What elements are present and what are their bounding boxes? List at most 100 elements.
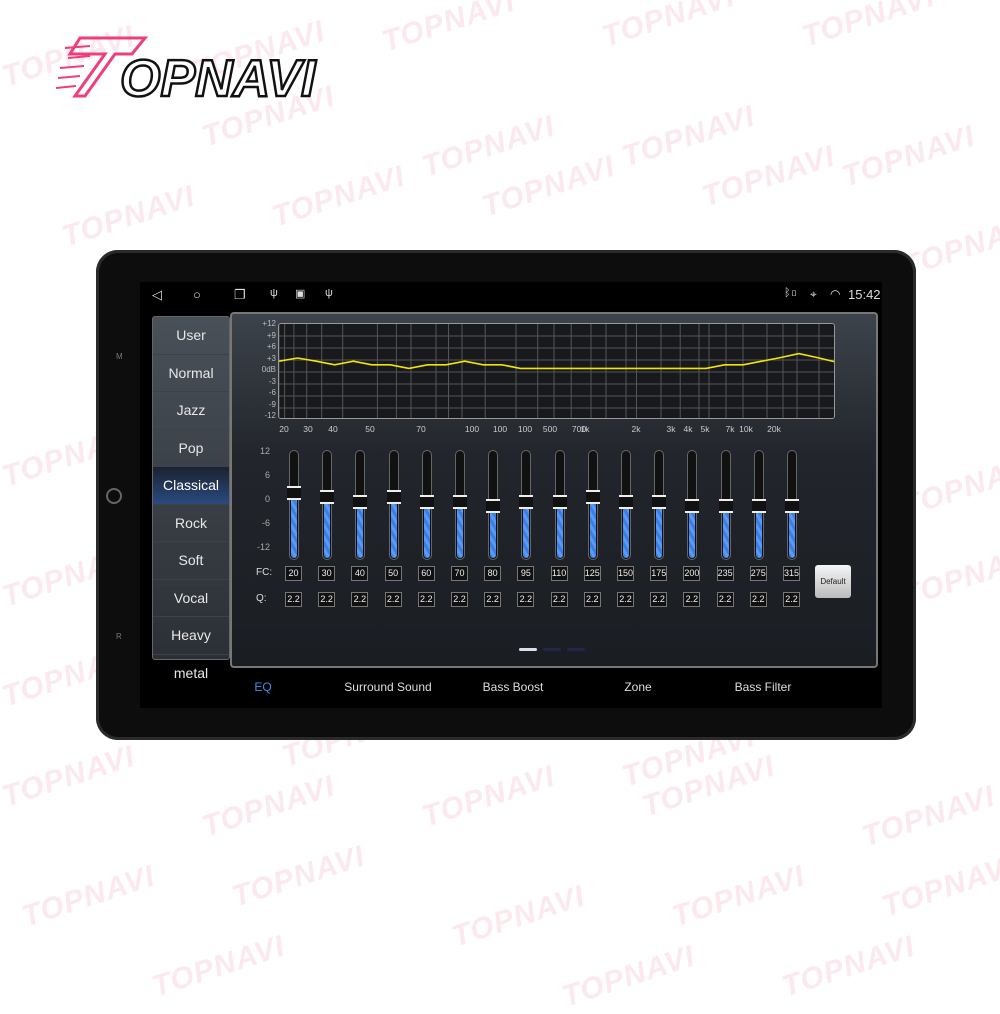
preset-pop[interactable]: Pop	[153, 430, 229, 467]
tab-zone[interactable]: Zone	[624, 680, 651, 694]
preset-classical[interactable]: Classical	[153, 467, 229, 505]
preset-jazz[interactable]: Jazz	[153, 392, 229, 430]
band-slider[interactable]	[453, 450, 467, 560]
home-hardware-button[interactable]	[106, 488, 122, 504]
band-slider[interactable]	[619, 450, 633, 560]
slider-knob[interactable]	[685, 499, 700, 513]
bluetooth-icon: ᛒ▯	[784, 287, 798, 299]
tab-bass-boost[interactable]: Bass Boost	[483, 680, 544, 694]
fc-value-field[interactable]: 235	[716, 566, 734, 581]
slider-knob[interactable]	[552, 494, 567, 509]
fc-value-field[interactable]: 20	[285, 566, 302, 581]
band-slider[interactable]	[486, 450, 501, 560]
fc-value-field[interactable]: 150	[617, 566, 634, 581]
watermark-text: TOPNAVI	[698, 139, 840, 214]
fc-value-field[interactable]: 125	[583, 566, 601, 581]
slider-knob[interactable]	[619, 494, 633, 509]
fc-value-field[interactable]: 80	[484, 566, 502, 581]
slider-fill	[656, 501, 663, 558]
gain-scale-label: 0	[264, 494, 270, 504]
home-icon[interactable]: ○	[193, 287, 201, 302]
slider-knob[interactable]	[652, 494, 667, 509]
page-indicator-dot[interactable]	[567, 648, 585, 651]
preset-user[interactable]: User	[153, 317, 229, 355]
band-slider[interactable]	[652, 450, 667, 560]
band-slider[interactable]	[585, 450, 600, 560]
band-slider[interactable]	[552, 450, 567, 560]
slider-knob[interactable]	[519, 494, 534, 509]
preset-vocal[interactable]: Vocal	[153, 580, 229, 617]
back-icon[interactable]: ◁	[152, 287, 162, 303]
q-value-field[interactable]: 2.2	[716, 592, 734, 607]
tab-surround-sound[interactable]: Surround Sound	[344, 680, 431, 694]
fc-value-field[interactable]: 175	[650, 566, 668, 581]
slider-knob[interactable]	[785, 499, 799, 513]
band-slider[interactable]	[386, 450, 401, 560]
slider-knob[interactable]	[453, 494, 467, 509]
page-indicator-dot[interactable]	[543, 648, 561, 651]
db-tick-label: 0dB	[261, 365, 276, 374]
q-label: Q:	[256, 593, 267, 604]
q-value-field[interactable]: 2.2	[451, 592, 468, 607]
q-value-field[interactable]: 2.2	[617, 592, 634, 607]
q-value-field[interactable]: 2.2	[550, 592, 568, 607]
slider-knob[interactable]	[486, 499, 501, 513]
slider-knob[interactable]	[353, 494, 368, 509]
band-slider[interactable]	[353, 450, 368, 560]
q-value-field[interactable]: 2.2	[351, 592, 369, 607]
fc-value-field[interactable]: 60	[417, 566, 435, 581]
preset-normal[interactable]: Normal	[153, 355, 229, 392]
band-slider[interactable]	[685, 450, 700, 560]
image-icon: ▣	[295, 288, 306, 300]
band-slider[interactable]	[751, 450, 766, 560]
slider-fill	[755, 506, 762, 558]
default-button[interactable]: Default	[815, 565, 851, 598]
band-slider[interactable]	[785, 450, 799, 560]
band-slider[interactable]	[287, 450, 301, 560]
slider-knob[interactable]	[585, 490, 600, 505]
q-value-field[interactable]: 2.2	[285, 592, 302, 607]
fc-value-field[interactable]: 95	[517, 566, 535, 581]
slider-fill	[390, 497, 397, 558]
fc-value-field[interactable]: 40	[351, 566, 369, 581]
slider-fill	[523, 501, 530, 558]
fc-value-field[interactable]: 200	[683, 566, 701, 581]
slider-knob[interactable]	[751, 499, 766, 513]
slider-knob[interactable]	[419, 494, 434, 509]
watermark-text: TOPNAVI	[878, 849, 1000, 924]
slider-knob[interactable]	[386, 490, 401, 505]
q-value-field[interactable]: 2.2	[417, 592, 435, 607]
q-value-field[interactable]: 2.2	[749, 592, 767, 607]
fc-value-field[interactable]: 50	[384, 566, 402, 581]
preset-heavy-metal[interactable]: Heavy metal	[153, 617, 229, 681]
band-slider[interactable]	[320, 450, 335, 560]
q-value-field[interactable]: 2.2	[650, 592, 668, 607]
q-value-field[interactable]: 2.2	[484, 592, 502, 607]
fc-value-field[interactable]: 70	[451, 566, 468, 581]
slider-fill	[490, 506, 497, 558]
tab-eq[interactable]: EQ	[254, 680, 271, 694]
band-slider[interactable]	[519, 450, 534, 560]
recents-icon[interactable]: ❐	[234, 287, 246, 303]
q-value-field[interactable]: 2.2	[318, 592, 336, 607]
gain-scale-label: -12	[256, 542, 270, 552]
slider-knob[interactable]	[320, 490, 335, 505]
fc-value-field[interactable]: 275	[749, 566, 767, 581]
q-value-field[interactable]: 2.2	[583, 592, 601, 607]
q-value-field[interactable]: 2.2	[683, 592, 701, 607]
q-value-field[interactable]: 2.2	[517, 592, 535, 607]
preset-soft[interactable]: Soft	[153, 542, 229, 580]
band-slider[interactable]	[419, 450, 434, 560]
slider-knob[interactable]	[287, 486, 301, 500]
fc-value-field[interactable]: 315	[783, 566, 800, 581]
band-slider[interactable]	[718, 450, 733, 560]
db-tick-label: +6	[266, 342, 276, 351]
fc-value-field[interactable]: 110	[550, 566, 568, 581]
q-value-field[interactable]: 2.2	[783, 592, 800, 607]
q-value-field[interactable]: 2.2	[384, 592, 402, 607]
tab-bass-filter[interactable]: Bass Filter	[735, 680, 792, 694]
preset-rock[interactable]: Rock	[153, 505, 229, 542]
slider-knob[interactable]	[718, 499, 733, 513]
fc-value-field[interactable]: 30	[318, 566, 336, 581]
page-indicator-dot[interactable]	[519, 648, 537, 651]
